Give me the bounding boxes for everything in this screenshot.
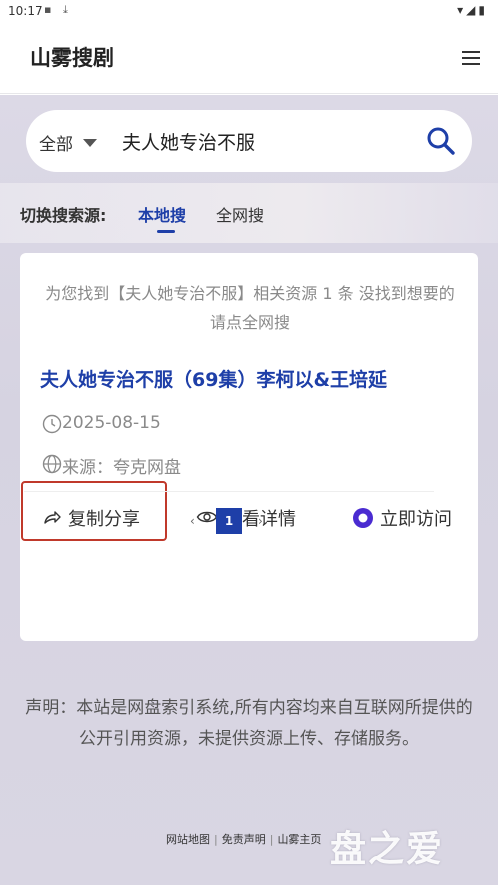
- search-scope-select[interactable]: 全部: [39, 130, 73, 155]
- active-tab-indicator: [157, 230, 175, 233]
- result-source-text: 来源：夸克网盘: [62, 458, 181, 478]
- tab-web-search[interactable]: 全网搜: [216, 202, 264, 226]
- result-date-text: 2025-08-15: [62, 413, 161, 433]
- search-box: 全部: [26, 110, 472, 172]
- disclaimer-text: 声明：本站是网盘索引系统,所有内容均来自互联网所提供的公开引用资源，未提供资源上…: [25, 698, 473, 749]
- visit-now-button[interactable]: 立即访问: [352, 493, 472, 541]
- chevron-down-icon[interactable]: [83, 139, 97, 147]
- clock-icon: [42, 414, 62, 434]
- visit-icon: [353, 508, 373, 528]
- watermark-logo: 盘之爱: [330, 829, 445, 870]
- visit-now-label: 立即访问: [380, 509, 452, 530]
- page-number-current[interactable]: 1: [216, 508, 242, 534]
- result-summary: 为您找到【夫人她专治不服】相关资源 1 条 没找到想要的请点全网搜: [45, 284, 455, 332]
- prev-page-button[interactable]: ‹: [190, 514, 195, 528]
- tab-local-search[interactable]: 本地搜: [138, 202, 186, 226]
- site-title[interactable]: 山雾搜剧: [30, 42, 114, 72]
- status-bar: 10:17 ▪ ⤓ ▾◢▮: [0, 0, 498, 24]
- footer-links: 网站地图 | 免责声明 | 山雾主页: [166, 831, 321, 847]
- footer-separator: |: [269, 833, 274, 846]
- result-source: 来源：夸克网盘: [42, 453, 242, 478]
- search-button[interactable]: [423, 123, 459, 159]
- source-switch-label: 切换搜索源:: [20, 206, 107, 225]
- app-header: 山雾搜剧: [0, 24, 498, 94]
- result-title-link[interactable]: 夫人她专治不服（69集）李柯以&王培延: [40, 365, 387, 392]
- main-content: 全部 切换搜索源: 本地搜 全网搜 为您找到【夫人她专治不服】相关资源 1 条 …: [0, 95, 498, 885]
- system-icons: ▾◢▮: [457, 3, 488, 17]
- notification-icons: ▪ ⤓: [44, 3, 72, 16]
- search-input[interactable]: [122, 125, 402, 157]
- footer-link-home[interactable]: 山雾主页: [277, 831, 321, 847]
- search-icon: [427, 127, 455, 155]
- result-card: 为您找到【夫人她专治不服】相关资源 1 条 没找到想要的请点全网搜 夫人她专治不…: [20, 253, 478, 641]
- next-page-button[interactable]: ›: [258, 514, 263, 528]
- pagination: ‹ 1 ›: [180, 508, 280, 536]
- result-date: 2025-08-15: [42, 413, 242, 437]
- menu-icon[interactable]: [462, 50, 480, 66]
- globe-icon: [42, 454, 62, 474]
- footer-separator: |: [214, 833, 218, 846]
- footer-link-disclaimer[interactable]: 免责声明: [222, 831, 266, 847]
- footer-link-sitemap[interactable]: 网站地图: [166, 831, 210, 847]
- divider: [24, 491, 434, 492]
- status-time: 10:17: [8, 4, 43, 18]
- highlight-annotation: [21, 481, 167, 541]
